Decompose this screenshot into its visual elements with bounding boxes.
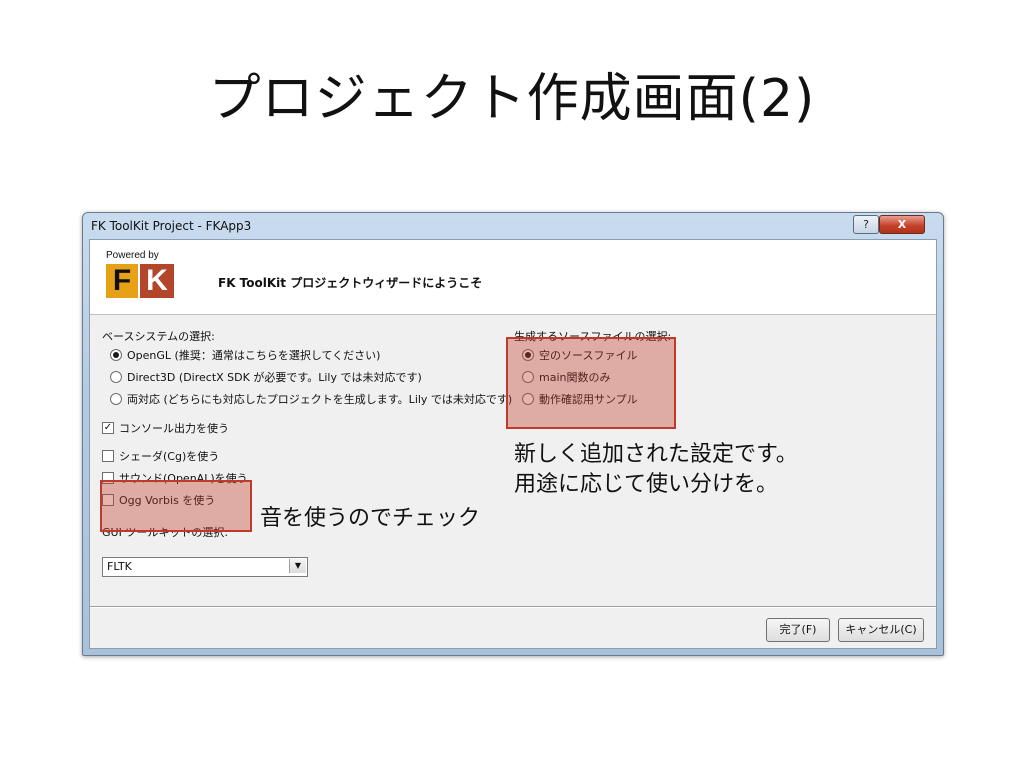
radio-indicator[interactable]: [110, 349, 122, 361]
checkbox-indicator[interactable]: [102, 450, 114, 462]
base-system-label: ベースシステムの選択:: [102, 330, 215, 343]
window-title: FK ToolKit Project - FKApp3: [91, 219, 252, 233]
radio-opengl[interactable]: OpenGL (推奨：通常はこちらを選択してください): [110, 347, 380, 363]
powered-by-label: Powered by: [106, 250, 159, 261]
checkbox-console[interactable]: ✓ コンソール出力を使う: [102, 420, 229, 436]
wizard-header: Powered by F K FK ToolKit プロジェクトウィザードによう…: [90, 240, 936, 315]
cancel-button[interactable]: キャンセル(C): [838, 618, 924, 642]
fk-logo: F K: [106, 264, 174, 298]
logo-f: F: [106, 264, 138, 298]
annotation-new-settings-2: 用途に応じて使い分けを。: [514, 472, 779, 497]
help-button[interactable]: ?: [853, 215, 879, 234]
button-separator: [90, 606, 936, 608]
radio-label: OpenGL (推奨：通常はこちらを選択してください): [127, 349, 381, 362]
gui-toolkit-value: FLTK: [107, 560, 132, 573]
annotation-sound-note: 音を使うのでチェック: [260, 506, 481, 531]
checkbox-label: コンソール出力を使う: [119, 422, 229, 435]
radio-label: 両対応 (どちらにも対応したプロジェクトを生成します。Lily では未対応です): [127, 393, 513, 406]
checkbox-indicator[interactable]: ✓: [102, 422, 114, 434]
slide-title: プロジェクト作成画面(2): [208, 69, 816, 129]
wizard-window: FK ToolKit Project - FKApp3 ? X Powered …: [82, 212, 944, 656]
close-button[interactable]: X: [879, 215, 925, 234]
radio-both[interactable]: 両対応 (どちらにも対応したプロジェクトを生成します。Lily では未対応です): [110, 391, 512, 407]
title-bar[interactable]: FK ToolKit Project - FKApp3 ? X: [83, 213, 943, 239]
sound-options-highlight: [100, 480, 252, 532]
logo-k: K: [140, 264, 174, 298]
radio-label: Direct3D (DirectX SDK が必要です。Lily では未対応です…: [127, 371, 422, 384]
radio-direct3d[interactable]: Direct3D (DirectX SDK が必要です。Lily では未対応です…: [110, 369, 422, 385]
radio-indicator[interactable]: [110, 371, 122, 383]
source-files-highlight: [506, 337, 676, 429]
checkbox-shader[interactable]: シェーダ(Cg)を使う: [102, 448, 219, 464]
radio-indicator[interactable]: [110, 393, 122, 405]
finish-button[interactable]: 完了(F): [766, 618, 830, 642]
gui-toolkit-select[interactable]: FLTK ▼: [102, 557, 308, 577]
chevron-down-icon[interactable]: ▼: [289, 559, 306, 573]
dialog-client-area: Powered by F K FK ToolKit プロジェクトウィザードによう…: [89, 239, 937, 649]
welcome-text: FK ToolKit プロジェクトウィザードにようこそ: [218, 276, 483, 290]
checkbox-label: シェーダ(Cg)を使う: [119, 450, 220, 463]
annotation-new-settings-1: 新しく追加された設定です。: [514, 442, 798, 467]
